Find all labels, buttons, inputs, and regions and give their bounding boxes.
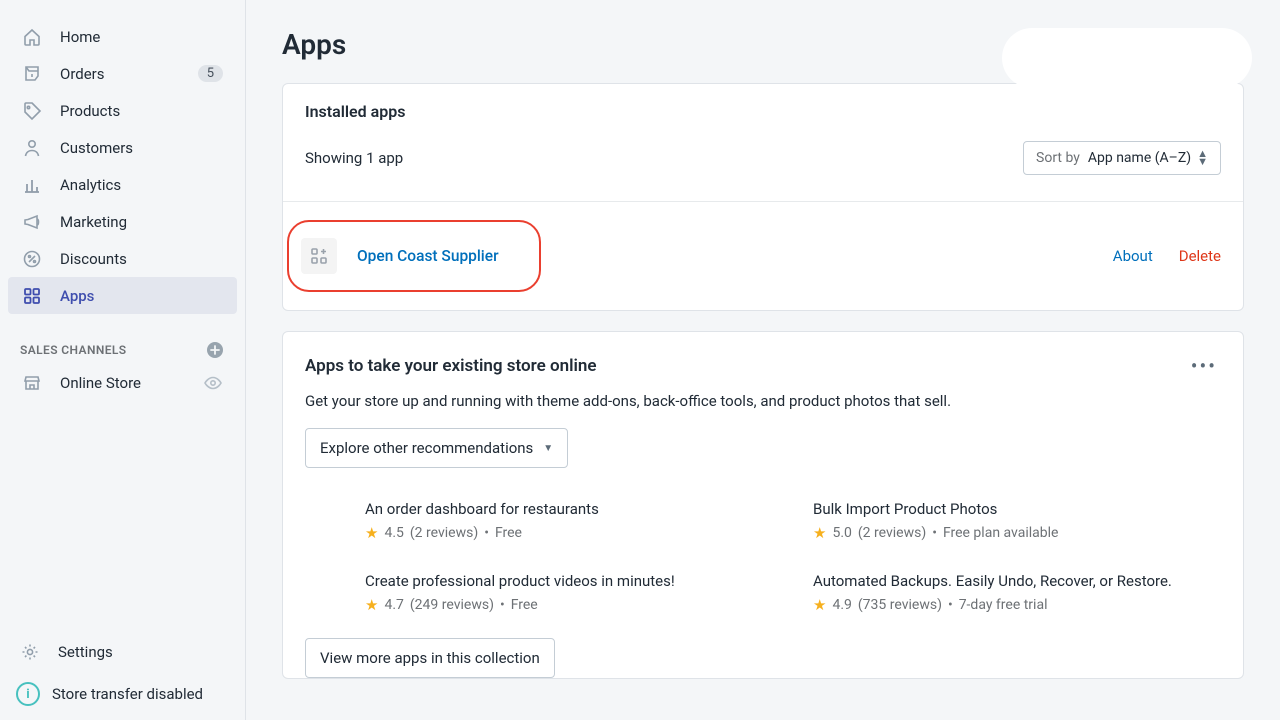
nav-label: Marketing xyxy=(60,213,127,231)
orders-icon xyxy=(22,64,42,84)
dot: • xyxy=(932,525,937,541)
nav-settings[interactable]: Settings xyxy=(0,632,245,672)
analytics-icon xyxy=(22,175,42,195)
rec-item[interactable]: Create professional product videos in mi… xyxy=(365,572,773,614)
app-name-link[interactable]: Open Coast Supplier xyxy=(357,247,499,265)
person-icon xyxy=(22,138,42,158)
rec-reviews: (2 reviews) xyxy=(858,525,926,541)
recommendations-card: Apps to take your existing store online … xyxy=(282,331,1244,679)
explore-recommendations-button[interactable]: Explore other recommendations ▼ xyxy=(305,428,568,468)
sales-channels-header: SALES CHANNELS xyxy=(0,336,245,364)
header-action-placeholder xyxy=(1002,28,1252,88)
rec-price: 7-day free trial xyxy=(959,597,1048,613)
rec-item[interactable]: Automated Backups. Easily Undo, Recover,… xyxy=(813,572,1221,614)
recommendations-title: Apps to take your existing store online xyxy=(305,356,597,376)
primary-nav: Home Orders 5 Products Customers A xyxy=(0,0,245,632)
recommendations-subtitle: Get your store up and running with theme… xyxy=(283,384,1243,428)
nav-label: Orders xyxy=(60,65,105,83)
transfer-label: Store transfer disabled xyxy=(52,685,203,703)
star-icon: ★ xyxy=(365,596,378,614)
star-icon: ★ xyxy=(365,524,378,542)
sort-button[interactable]: Sort by App name (A–Z) ▲▼ xyxy=(1023,141,1221,175)
rec-meta: ★ 4.9 (735 reviews) • 7-day free trial xyxy=(813,596,1221,614)
store-icon xyxy=(22,373,42,393)
gear-icon xyxy=(20,642,40,662)
sort-prefix: Sort by xyxy=(1036,150,1080,166)
discount-icon xyxy=(22,249,42,269)
rec-rating: 4.9 xyxy=(832,597,851,613)
installed-apps-card: Installed apps Showing 1 app Sort by App… xyxy=(282,83,1244,311)
add-channel-icon[interactable] xyxy=(205,340,225,360)
rec-reviews: (735 reviews) xyxy=(858,597,942,613)
dot: • xyxy=(484,525,489,541)
rec-price: Free xyxy=(495,525,522,541)
settings-label: Settings xyxy=(58,643,113,661)
tag-icon xyxy=(22,101,42,121)
nav-analytics[interactable]: Analytics xyxy=(8,166,237,203)
recommendations-grid: An order dashboard for restaurants ★ 4.5… xyxy=(283,490,1243,632)
nav-label: Discounts xyxy=(60,250,127,268)
main-content: Apps Installed apps Showing 1 app Sort b… xyxy=(246,0,1280,720)
explore-label: Explore other recommendations xyxy=(320,439,533,457)
sort-caret-icon: ▲▼ xyxy=(1197,150,1208,166)
nav-label: Apps xyxy=(60,287,94,305)
nav-customers[interactable]: Customers xyxy=(8,129,237,166)
more-options-icon[interactable]: ••• xyxy=(1187,354,1221,378)
star-icon: ★ xyxy=(813,596,826,614)
view-store-icon[interactable] xyxy=(203,373,223,393)
rec-reviews: (2 reviews) xyxy=(410,525,478,541)
section-label: SALES CHANNELS xyxy=(20,343,127,357)
dot: • xyxy=(500,597,505,613)
nav-label: Products xyxy=(60,102,120,120)
chevron-down-icon: ▼ xyxy=(543,443,553,454)
info-icon: i xyxy=(16,682,40,706)
nav-label: Analytics xyxy=(60,176,121,194)
channel-label: Online Store xyxy=(60,374,141,392)
star-icon: ★ xyxy=(813,524,826,542)
nav-discounts[interactable]: Discounts xyxy=(8,240,237,277)
rec-rating: 4.7 xyxy=(384,597,403,613)
rec-title: An order dashboard for restaurants xyxy=(365,500,773,518)
app-highlight: Open Coast Supplier xyxy=(287,220,541,292)
megaphone-icon xyxy=(22,212,42,232)
nav-products[interactable]: Products xyxy=(8,92,237,129)
rec-meta: ★ 4.5 (2 reviews) • Free xyxy=(365,524,773,542)
app-delete-link[interactable]: Delete xyxy=(1179,247,1221,265)
rec-price: Free xyxy=(511,597,538,613)
nav-label: Customers xyxy=(60,139,133,157)
rec-reviews: (249 reviews) xyxy=(410,597,494,613)
rec-meta: ★ 4.7 (249 reviews) • Free xyxy=(365,596,773,614)
app-thumb-icon xyxy=(301,238,337,274)
app-about-link[interactable]: About xyxy=(1113,247,1153,265)
sidebar-bottom: Settings i Store transfer disabled xyxy=(0,632,245,720)
nav-orders[interactable]: Orders 5 xyxy=(8,55,237,92)
rec-rating: 5.0 xyxy=(832,525,851,541)
showing-count: Showing 1 app xyxy=(305,149,403,167)
view-more-button[interactable]: View more apps in this collection xyxy=(305,638,555,678)
nav-home[interactable]: Home xyxy=(8,18,237,55)
home-icon xyxy=(22,27,42,47)
nav-marketing[interactable]: Marketing xyxy=(8,203,237,240)
installed-heading: Installed apps xyxy=(305,102,1221,121)
dot: • xyxy=(948,597,953,613)
store-transfer-status[interactable]: i Store transfer disabled xyxy=(0,672,245,716)
apps-icon xyxy=(22,286,42,306)
rec-title: Automated Backups. Easily Undo, Recover,… xyxy=(813,572,1221,590)
rec-price: Free plan available xyxy=(943,525,1059,541)
orders-badge: 5 xyxy=(198,65,223,82)
sort-value: App name (A–Z) xyxy=(1088,150,1191,166)
channel-online-store[interactable]: Online Store xyxy=(8,364,237,401)
sidebar: Home Orders 5 Products Customers A xyxy=(0,0,246,720)
rec-title: Bulk Import Product Photos xyxy=(813,500,1221,518)
installed-app-row: Open Coast Supplier About Delete xyxy=(283,201,1243,310)
rec-meta: ★ 5.0 (2 reviews) • Free plan available xyxy=(813,524,1221,542)
rec-item[interactable]: Bulk Import Product Photos ★ 5.0 (2 revi… xyxy=(813,500,1221,542)
rec-rating: 4.5 xyxy=(384,525,403,541)
rec-title: Create professional product videos in mi… xyxy=(365,572,773,590)
rec-item[interactable]: An order dashboard for restaurants ★ 4.5… xyxy=(365,500,773,542)
nav-label: Home xyxy=(60,28,100,46)
nav-apps[interactable]: Apps xyxy=(8,277,237,314)
